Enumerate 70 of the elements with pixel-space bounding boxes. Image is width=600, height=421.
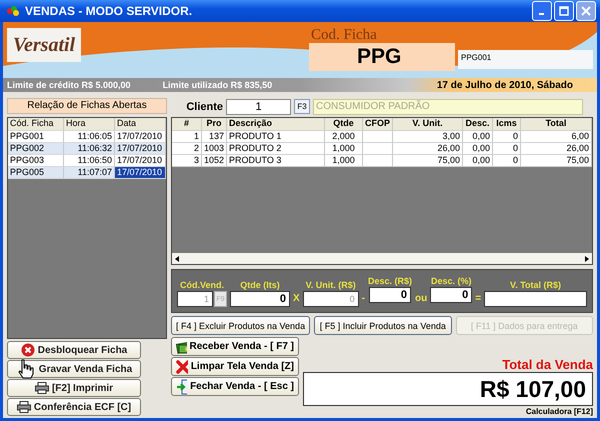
app-icon: [6, 5, 20, 17]
ticket-row[interactable]: PPG002 11:06:32 17/07/2010: [8, 143, 166, 155]
close-icon: [581, 6, 591, 16]
close-sale-button[interactable]: Fechar Venda - [ Esc ]: [171, 377, 299, 396]
total-value-field[interactable]: [484, 291, 587, 307]
discount-label: Desc. (R$): [368, 276, 412, 286]
quantity-label: Qtde (Its): [240, 280, 280, 290]
printer-icon: [16, 401, 31, 413]
discount-percent-label: Desc. (%): [430, 276, 472, 286]
printer-icon: [34, 382, 49, 394]
total-value-label: V. Total (R$): [510, 280, 562, 290]
close-button[interactable]: [576, 1, 596, 21]
credit-limit: Limite de crédito R$ 5.000,00: [7, 80, 131, 90]
client-lookup-button[interactable]: F3: [294, 99, 310, 114]
table-cell: 75,00: [521, 155, 592, 167]
unlock-button[interactable]: Desbloquear Ficha: [7, 341, 141, 359]
table-cell: 17/07/2010: [115, 167, 166, 179]
print-button[interactable]: Conferência ECF [C]: [7, 398, 141, 416]
table-cell: 0: [493, 155, 521, 167]
item-row[interactable]: 2 1003 PRODUTO 2 1,000 26,00 0,00 0 26,00: [172, 143, 592, 155]
exit-arrow-icon: [176, 378, 188, 394]
client-code-field[interactable]: 1: [226, 98, 291, 114]
save-button[interactable]: Gravar Venda Ficha: [7, 360, 141, 378]
ticket-row[interactable]: PPG003 11:06:50 17/07/2010: [8, 155, 166, 167]
times-sign: X: [293, 293, 300, 304]
cod-ficha-field[interactable]: PPG: [309, 43, 455, 71]
ticket-row[interactable]: PPG001 11:06:05 17/07/2010: [8, 131, 166, 143]
discount-percent-field[interactable]: 0: [430, 287, 472, 303]
table-cell: 0,00: [463, 155, 493, 167]
used-limit: Limite utilizado R$ 835,50: [162, 80, 272, 90]
date-label: 17 de Julho de 2010, Sábado: [436, 80, 573, 90]
client-label: Cliente: [185, 100, 223, 112]
item-row[interactable]: 1 137 PRODUTO 1 2,000 3,00 0,00 0 6,00: [172, 131, 592, 143]
calculator-link[interactable]: Calculadora [F12]: [526, 407, 593, 416]
sale-total-display: R$ 107,00: [303, 372, 593, 406]
x-mark-icon: [176, 360, 188, 374]
table-cell: 75,00: [393, 155, 463, 167]
money-icon: [176, 340, 187, 354]
action-button[interactable]: [ F5 ] Incluir Produtos na Venda: [314, 316, 452, 335]
table-cell: 1052: [202, 155, 227, 167]
item-row[interactable]: 3 1052 PRODUTO 3 1,000 75,00 0,00 0 75,00: [172, 155, 592, 167]
maximize-icon: [559, 6, 569, 16]
maximize-button[interactable]: [554, 1, 574, 21]
ficha-code-field: PPG001: [458, 50, 593, 69]
logo: Versatil: [7, 28, 81, 62]
table-cell: PPG005: [8, 167, 64, 179]
close-circle-icon: [20, 343, 35, 357]
ticket-row[interactable]: PPG005 11:07:07 17/07/2010: [8, 167, 166, 179]
minus-sign: -: [362, 293, 366, 304]
table-cell: 1,000: [325, 155, 363, 167]
table-cell: 3: [172, 155, 202, 167]
equals-sign: =: [475, 293, 482, 304]
print-button[interactable]: [F2] Imprimir: [7, 379, 141, 397]
cod-ficha-label: Cod. Ficha: [311, 28, 378, 43]
table-cell: PRODUTO 3: [227, 155, 325, 167]
receive-sale-button[interactable]: Receber Venda - [ F7 ]: [171, 337, 299, 356]
window-title: VENDAS - MODO SERVIDOR.: [25, 4, 192, 18]
or-label: ou: [415, 293, 428, 304]
discount-field[interactable]: 0: [369, 287, 412, 303]
clear-screen-button[interactable]: Limpar Tela Venda [Z]: [171, 357, 299, 376]
sale-total-label: Total da Venda: [502, 357, 593, 372]
horizontal-scrollbar[interactable]: [172, 253, 592, 264]
open-tickets-title: Relação de Fichas Abertas: [7, 98, 167, 114]
seller-label: Cód.Vend.: [180, 280, 224, 290]
minimize-button[interactable]: [532, 1, 552, 21]
table-cell: [363, 155, 393, 167]
quantity-field[interactable]: 0: [230, 291, 290, 307]
hand-cursor-icon: [16, 359, 36, 379]
action-button[interactable]: [ F4 ] Excluir Produtos na Venda: [171, 316, 310, 335]
unit-price-label: V. Unit. (R$): [306, 280, 356, 290]
